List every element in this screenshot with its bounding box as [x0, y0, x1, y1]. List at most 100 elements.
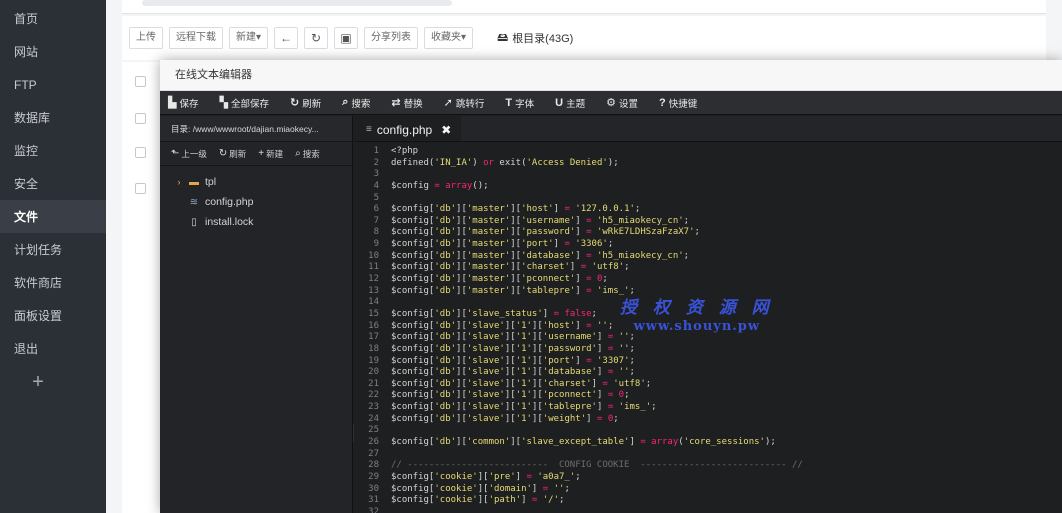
toolbar-shortcut-button[interactable]: ? 快捷键	[659, 96, 697, 110]
sidebar-item-6[interactable]: ▰文件	[0, 200, 106, 233]
toolbar-save-button[interactable]: ▙ 保存	[168, 96, 198, 110]
tree-item-file[interactable]: ▯ install.lock	[160, 212, 352, 232]
terminal-icon[interactable]: ▣	[334, 27, 359, 49]
toolbar-theme-button[interactable]: U 主题	[555, 96, 585, 110]
line-number: 8	[373, 227, 379, 238]
code-line: 12 $config['db']['master']['pconnect'] = …	[354, 274, 1062, 286]
sidebar-item-7[interactable]: ◷计划任务	[0, 233, 106, 266]
tree-up-level-button[interactable]: ⬑ 上一级	[171, 148, 207, 160]
shortcut-icon: ?	[658, 96, 666, 109]
search-icon: ⌕	[295, 148, 301, 159]
share-list-button[interactable]: 分享列表	[364, 27, 419, 49]
file-toolbar: 上传 远程下载 新建▾ ← ↻ ▣ 分享列表 收藏夹▾ 🖴 根目录(43G)	[122, 16, 1046, 60]
line-content: $config['db']['slave_status'] = false;	[391, 308, 597, 319]
line-content: $config['cookie']['path'] = '/';	[391, 495, 565, 506]
breadcrumb-path[interactable]	[142, 0, 452, 6]
sidebar-item-8[interactable]: ▦软件商店	[0, 266, 106, 299]
toolbar-save-all-button[interactable]: ▚ 全部保存	[219, 96, 268, 110]
sidebar-item-5[interactable]: ⛨安全	[0, 167, 106, 200]
line-content: $config['db']['master']['password'] = 'w…	[391, 227, 700, 238]
code-line: 8 $config['db']['master']['password'] = '…	[354, 227, 1062, 239]
code-line: 31 $config['cookie']['path'] = '/';	[354, 495, 1062, 507]
tree-new-button[interactable]: + 新建	[258, 148, 283, 160]
replace-icon: ⇄	[391, 97, 401, 109]
favorites-dropdown-button[interactable]: 收藏夹▾	[424, 27, 474, 49]
search-icon: ⌕	[342, 96, 349, 108]
refresh-icon[interactable]: ↻	[304, 27, 329, 49]
toolbar-refresh-button[interactable]: ↻ 刷新	[290, 96, 321, 110]
tree-item-folder[interactable]: › ▬ tpl	[160, 172, 352, 192]
sidebar-item-label: 退出	[14, 342, 39, 356]
sidebar-item-label: 安全	[14, 177, 39, 191]
tab-config-php[interactable]: ≡ config.php ✖	[354, 116, 462, 141]
line-number: 5	[373, 192, 379, 203]
sidebar-item-3[interactable]: ▤数据库	[0, 101, 106, 134]
line-content	[379, 425, 391, 437]
row-checkbox[interactable]	[135, 147, 146, 158]
code-editor[interactable]: ≡ config.php ✖ 1 <?php 2 defined('IN_IA') o…	[354, 116, 1062, 513]
line-content: $config['db']['master']['database'] = 'h…	[391, 250, 690, 261]
sidebar-item-0[interactable]: ⌂首页	[0, 2, 106, 35]
sidebar-item-4[interactable]: ◔监控	[0, 134, 106, 167]
tree-action-label: 新建	[266, 148, 284, 159]
tree-search-button[interactable]: ⌕ 搜索	[295, 148, 320, 160]
code-area[interactable]: 1 <?php 2 defined('IN_IA') or exit('Access …	[354, 146, 1062, 513]
toolbar-label: 刷新	[302, 98, 322, 110]
line-number: 18	[368, 343, 379, 354]
line-content: $config['db']['slave']['1']['host'] = ''…	[391, 320, 614, 331]
line-content: $config['cookie']['pre'] = 'a0a7_';	[391, 471, 581, 482]
toolbar-label: 字体	[515, 98, 535, 110]
sidebar-nav: ⌂首页◉网站⇅FTP▤数据库◔监控⛨安全▰文件◷计划任务▦软件商店⚙面板设置⏻退…	[0, 0, 106, 365]
code-line: 9 $config['db']['master']['port'] = '3306…	[354, 239, 1062, 251]
code-line: 32	[354, 507, 1062, 513]
text-editor-dialog: 在线文本编辑器 ▙ 保存 ▚ 全部保存 ↻ 刷新 ⌕ 搜索 ⇄ 替换 ➚ 跳转行 T 字体 U 主题 ⚙ 设置? 快…	[160, 60, 1062, 513]
row-checkbox[interactable]	[135, 113, 146, 124]
line-content: $config['cookie']['domain'] = '';	[391, 483, 570, 494]
toolbar-label: 全部保存	[230, 98, 269, 110]
add-icon[interactable]: +	[0, 371, 76, 394]
line-content: $config['db']['slave']['1']['weight'] = …	[391, 413, 619, 424]
sidebar-item-label: 首页	[14, 12, 39, 26]
toolbar-label: 快捷键	[668, 98, 698, 110]
line-content: $config['db']['slave']['1']['port'] = '3…	[391, 355, 635, 366]
toolbar-search-button[interactable]: ⌕ 搜索	[342, 96, 370, 110]
line-number: 10	[368, 250, 379, 261]
sidebar: ⌂首页◉网站⇅FTP▤数据库◔监控⛨安全▰文件◷计划任务▦软件商店⚙面板设置⏻退…	[0, 0, 106, 513]
toolbar-goto-line-button[interactable]: ➚ 跳转行	[444, 96, 485, 110]
php-file-icon: ≋	[189, 196, 199, 208]
chevron-right-icon[interactable]: ›	[172, 177, 186, 187]
code-line: 28 // -------------------------- CONFIG C…	[354, 460, 1062, 472]
toolbar-replace-button[interactable]: ⇄ 替换	[391, 96, 422, 110]
code-line: 25	[354, 425, 1062, 437]
code-line: 14	[354, 297, 1062, 309]
tree-refresh-button[interactable]: ↻ 刷新	[219, 148, 246, 160]
root-disk-button[interactable]: 🖴 根目录(43G)	[497, 29, 573, 48]
select-all-checkbox[interactable]	[135, 76, 146, 87]
line-number: 27	[368, 448, 379, 459]
toolbar-settings-button[interactable]: ⚙ 设置	[606, 96, 638, 110]
tree-item-label: config.php	[205, 196, 254, 208]
line-number: 26	[368, 437, 379, 448]
tree-actions: ⬑ 上一级 ↻ 刷新 + 新建 ⌕ 搜索	[160, 142, 352, 166]
back-icon[interactable]: ←	[274, 27, 299, 49]
line-content	[379, 169, 391, 181]
line-number: 1	[373, 146, 379, 156]
code-line: 15 $config['db']['slave_status'] = false;	[354, 309, 1062, 321]
toolbar-font-button[interactable]: T 字体	[505, 96, 534, 110]
remote-download-button[interactable]: 远程下载	[169, 27, 223, 49]
line-number: 17	[368, 332, 379, 343]
sidebar-item-label: 监控	[14, 144, 39, 158]
sidebar-item-2[interactable]: ⇅FTP	[0, 68, 106, 101]
row-checkbox[interactable]	[135, 183, 146, 194]
tree-item-php[interactable]: ≋ config.php	[160, 192, 352, 212]
sidebar-item-1[interactable]: ◉网站	[0, 35, 106, 68]
line-number: 23	[368, 402, 379, 413]
new-dropdown-button[interactable]: 新建▾	[229, 27, 269, 49]
close-tab-icon[interactable]: ✖	[441, 123, 451, 137]
up-level-icon: ⬑	[171, 148, 180, 159]
sidebar-item-9[interactable]: ⚙面板设置	[0, 299, 106, 332]
upload-button[interactable]: 上传	[129, 27, 163, 49]
line-number: 21	[368, 378, 379, 389]
code-line: 4 $config = array();	[354, 181, 1062, 193]
sidebar-item-10[interactable]: ⏻退出	[0, 332, 106, 365]
